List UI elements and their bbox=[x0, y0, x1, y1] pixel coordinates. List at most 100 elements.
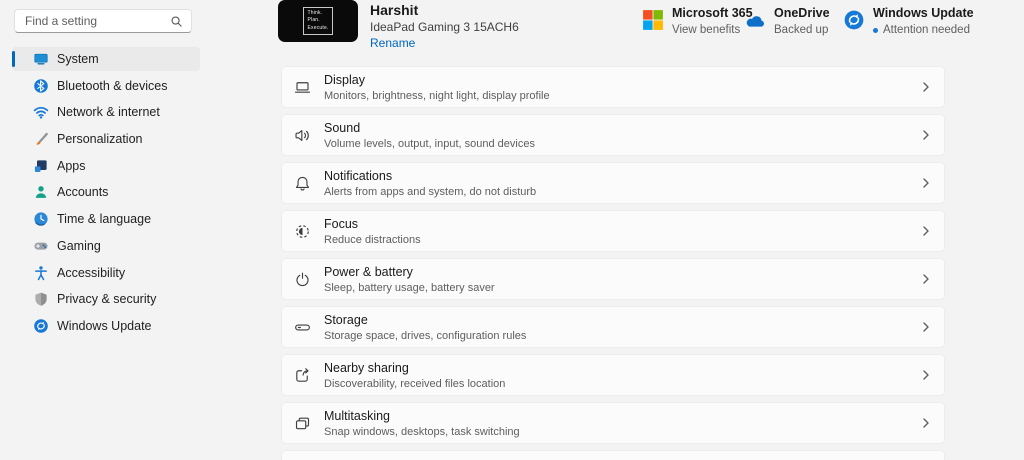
settings-row-nearby-sharing[interactable]: Nearby sharing Discoverability, received… bbox=[281, 354, 945, 396]
settings-row-title: Notifications bbox=[324, 169, 536, 183]
chevron-right-icon bbox=[920, 225, 932, 237]
sidebar-item-bluetooth-devices[interactable]: Bluetooth & devices bbox=[12, 74, 200, 98]
settings-row-focus[interactable]: Focus Reduce distractions bbox=[281, 210, 945, 252]
settings-row-multitasking[interactable]: Multitasking Snap windows, desktops, tas… bbox=[281, 402, 945, 444]
sidebar-item-label: Windows Update bbox=[57, 319, 152, 333]
settings-row-subtitle: Alerts from apps and system, do not dist… bbox=[324, 186, 536, 198]
apps-icon bbox=[33, 158, 49, 174]
search-box[interactable] bbox=[14, 9, 192, 33]
sidebar-item-label: Gaming bbox=[57, 239, 101, 253]
chevron-right-icon bbox=[920, 417, 932, 429]
accounts-icon bbox=[33, 184, 49, 200]
gaming-icon bbox=[33, 238, 49, 254]
device-model: IdeaPad Gaming 3 15ACH6 bbox=[370, 20, 519, 34]
settings-rows: Display Monitors, brightness, night ligh… bbox=[281, 66, 945, 460]
sidebar-item-label: Time & language bbox=[57, 212, 151, 226]
display-icon bbox=[293, 78, 312, 97]
sidebar-item-time-language[interactable]: Time & language bbox=[12, 207, 200, 231]
sidebar-item-windows-update[interactable]: Windows Update bbox=[12, 314, 200, 338]
storage-icon bbox=[293, 318, 312, 337]
notifications-icon bbox=[293, 174, 312, 193]
chevron-right-icon bbox=[920, 177, 932, 189]
settings-row-display[interactable]: Display Monitors, brightness, night ligh… bbox=[281, 66, 945, 108]
badge-onedrive[interactable]: OneDrive Backed up bbox=[744, 6, 830, 36]
settings-row-title: Display bbox=[324, 73, 550, 87]
settings-window: System Bluetooth & devices Network & int… bbox=[0, 0, 1024, 460]
sidebar-item-label: Accessibility bbox=[57, 266, 125, 280]
settings-row-subtitle: Volume levels, output, input, sound devi… bbox=[324, 138, 535, 150]
sidebar-item-label: Accounts bbox=[57, 185, 108, 199]
sidebar-item-privacy-security[interactable]: Privacy & security bbox=[12, 287, 200, 311]
main-content: Think. Plan. Execute. Harshit IdeaPad Ga… bbox=[278, 0, 1024, 460]
personalization-icon bbox=[33, 131, 49, 147]
badge-microsoft-365[interactable]: Microsoft 365 View benefits bbox=[642, 6, 753, 36]
badge-subtitle: Backed up bbox=[774, 24, 828, 36]
status-dot bbox=[873, 28, 878, 33]
search-icon bbox=[170, 15, 183, 28]
sound-icon bbox=[293, 126, 312, 145]
badge-title: Windows Update bbox=[873, 6, 974, 20]
settings-row-title: Power & battery bbox=[324, 265, 495, 279]
sidebar-item-system[interactable]: System bbox=[12, 47, 200, 71]
search-input[interactable] bbox=[25, 14, 170, 28]
settings-row-partial[interactable] bbox=[281, 450, 945, 460]
badge-title: Microsoft 365 bbox=[672, 6, 753, 20]
windows-update-icon bbox=[33, 318, 49, 334]
badge-subtitle: Attention needed bbox=[883, 24, 970, 36]
settings-row-power-battery[interactable]: Power & battery Sleep, battery usage, ba… bbox=[281, 258, 945, 300]
chevron-right-icon bbox=[920, 129, 932, 141]
sidebar: System Bluetooth & devices Network & int… bbox=[0, 0, 262, 460]
sidebar-item-label: Personalization bbox=[57, 132, 142, 146]
device-wallpaper-thumbnail: Think. Plan. Execute. bbox=[278, 0, 358, 42]
device-info: Harshit IdeaPad Gaming 3 15ACH6 Rename bbox=[370, 2, 519, 52]
settings-row-notifications[interactable]: Notifications Alerts from apps and syste… bbox=[281, 162, 945, 204]
sidebar-item-label: Network & internet bbox=[57, 105, 160, 119]
system-icon bbox=[33, 51, 49, 67]
sidebar-item-gaming[interactable]: Gaming bbox=[12, 234, 200, 258]
badge-subtitle: View benefits bbox=[672, 24, 740, 36]
chevron-right-icon bbox=[920, 321, 932, 333]
chevron-right-icon bbox=[920, 81, 932, 93]
device-name: Harshit bbox=[370, 2, 519, 18]
power-icon bbox=[293, 270, 312, 289]
sidebar-item-label: Apps bbox=[57, 159, 86, 173]
badge-title: OneDrive bbox=[774, 6, 830, 20]
sidebar-item-accessibility[interactable]: Accessibility bbox=[12, 261, 200, 285]
sidebar-item-label: Bluetooth & devices bbox=[57, 79, 168, 93]
bluetooth-icon bbox=[33, 78, 49, 94]
sidebar-item-label: Privacy & security bbox=[57, 292, 156, 306]
settings-row-subtitle: Snap windows, desktops, task switching bbox=[324, 426, 520, 438]
sidebar-item-accounts[interactable]: Accounts bbox=[12, 180, 200, 204]
rename-link[interactable]: Rename bbox=[370, 36, 415, 50]
settings-row-title: Sound bbox=[324, 121, 535, 135]
settings-row-subtitle: Sleep, battery usage, battery saver bbox=[324, 282, 495, 294]
sidebar-item-network-internet[interactable]: Network & internet bbox=[12, 100, 200, 124]
chevron-right-icon bbox=[920, 369, 932, 381]
multitasking-icon bbox=[293, 414, 312, 433]
onedrive-icon bbox=[744, 9, 766, 31]
settings-row-sound[interactable]: Sound Volume levels, output, input, soun… bbox=[281, 114, 945, 156]
nearby-sharing-icon bbox=[293, 366, 312, 385]
settings-row-title: Multitasking bbox=[324, 409, 520, 423]
windows-update-icon bbox=[843, 9, 865, 31]
settings-row-title: Focus bbox=[324, 217, 421, 231]
settings-row-subtitle: Monitors, brightness, night light, displ… bbox=[324, 90, 550, 102]
sidebar-nav: System Bluetooth & devices Network & int… bbox=[12, 47, 200, 341]
network-icon bbox=[33, 104, 49, 120]
settings-row-subtitle: Discoverability, received files location bbox=[324, 378, 505, 390]
settings-row-subtitle: Storage space, drives, configuration rul… bbox=[324, 330, 526, 342]
sidebar-item-label: System bbox=[57, 52, 99, 66]
sidebar-item-personalization[interactable]: Personalization bbox=[12, 127, 200, 151]
accessibility-icon bbox=[33, 265, 49, 281]
wallpaper-text: Think. Plan. Execute. bbox=[303, 7, 332, 36]
settings-row-storage[interactable]: Storage Storage space, drives, configura… bbox=[281, 306, 945, 348]
sidebar-item-apps[interactable]: Apps bbox=[12, 154, 200, 178]
settings-row-subtitle: Reduce distractions bbox=[324, 234, 421, 246]
time-language-icon bbox=[33, 211, 49, 227]
settings-row-title: Nearby sharing bbox=[324, 361, 505, 375]
badge-windows-update[interactable]: Windows Update Attention needed bbox=[843, 6, 974, 36]
microsoft-365-icon bbox=[642, 9, 664, 31]
focus-icon bbox=[293, 222, 312, 241]
settings-row-title: Storage bbox=[324, 313, 526, 327]
chevron-right-icon bbox=[920, 273, 932, 285]
